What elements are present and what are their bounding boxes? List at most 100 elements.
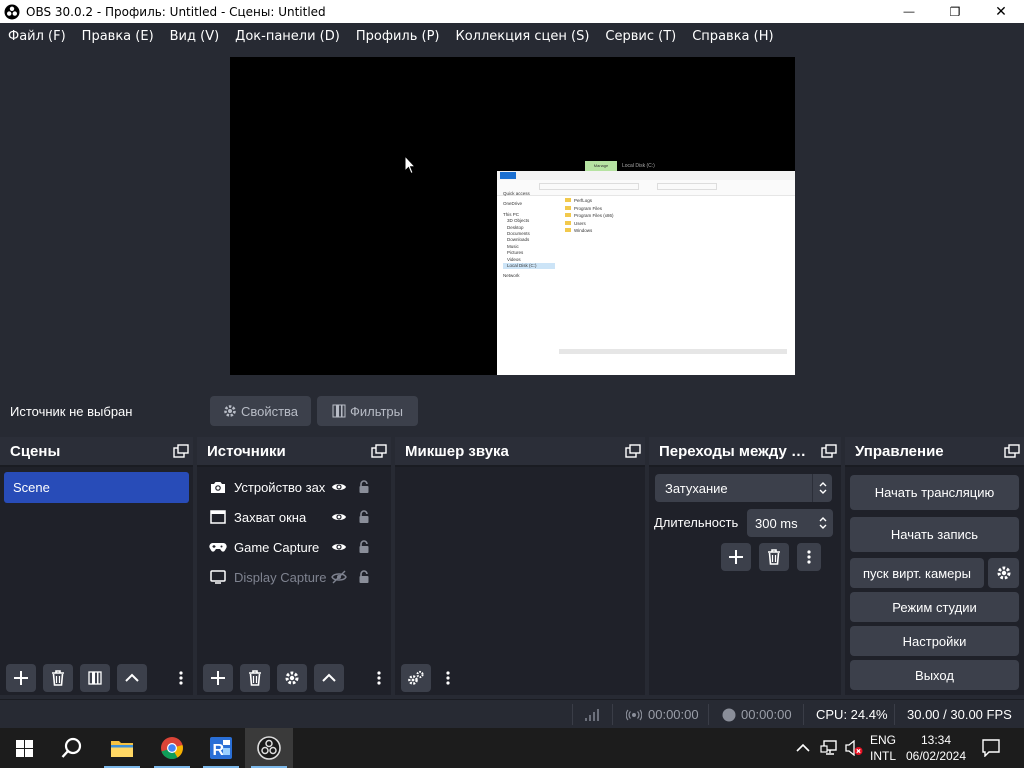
record-status: 00:00:00 [722,700,792,729]
fps-counter: 30.00 / 30.00 FPS [907,707,1012,722]
lock-icon[interactable] [356,540,372,554]
source-item[interactable]: Устройство захвата видео [197,472,391,502]
program-preview[interactable]: Manage Local Disk (C:) Quick access OneD… [230,57,795,375]
studio-mode-button[interactable]: Режим студии [850,592,1019,622]
transition-menu-button[interactable] [797,543,821,571]
start-recording-button[interactable]: Начать запись [850,517,1019,552]
add-transition-button[interactable] [721,543,751,571]
taskbar-remote-app[interactable]: R [197,728,245,768]
window-title: OBS 30.0.2 - Профиль: Untitled - Сцены: … [26,4,326,19]
search-button[interactable] [48,728,96,768]
chevron-up-icon [796,743,810,752]
maximize-button[interactable]: ❐ [932,0,978,23]
menu-profile[interactable]: Профиль (P) [348,29,448,44]
menu-view[interactable]: Вид (V) [162,29,228,44]
clock[interactable]: 13:34 06/02/2024 [904,728,968,768]
eye-icon[interactable] [330,481,348,493]
scenes-title: Сцены [10,442,61,460]
menu-docks[interactable]: Док-панели (D) [227,29,348,44]
source-item[interactable]: Захват окна [197,502,391,532]
mixer-title: Микшер звука [405,442,509,460]
spin-down-icon[interactable] [818,523,828,531]
start-streaming-button[interactable]: Начать трансляцию [850,475,1019,510]
chevron-up-icon [125,673,139,682]
transition-select[interactable]: Затухание [655,474,832,502]
lock-icon[interactable] [356,510,372,524]
undock-icon[interactable] [1004,444,1020,458]
network-tray-icon[interactable] [820,728,838,768]
studio-mode-label: Режим студии [892,599,977,615]
plus-icon [14,671,28,685]
duration-spinbox[interactable]: 300 ms [747,509,833,537]
filters-button[interactable]: Фильтры [317,396,418,426]
input-language[interactable]: ENG INTL [870,728,896,768]
sources-menu-button[interactable] [375,671,383,685]
source-name: Устройство захвата видео [234,479,326,495]
stream-time: 00:00:00 [648,707,699,722]
obs-icon [257,736,281,760]
cpu-usage: CPU: 24.4% [816,707,888,722]
tray-overflow-button[interactable] [796,728,810,768]
nav-item: OneDrive [503,201,523,207]
filter-icon [332,404,346,418]
gears-icon [408,670,424,685]
notifications-button[interactable] [982,728,1000,768]
scene-filters-button[interactable] [80,664,110,692]
lock-icon[interactable] [356,570,372,584]
spin-up-icon[interactable] [818,515,828,523]
taskbar-chrome[interactable] [148,728,196,768]
eye-icon[interactable] [330,541,348,553]
window-icon [209,509,227,525]
menu-scene-collection[interactable]: Коллекция сцен (S) [447,29,597,44]
scene-item[interactable]: Scene [4,472,189,503]
captured-title: Local Disk (C:) [622,163,655,169]
move-source-up-button[interactable] [314,664,344,692]
lock-icon[interactable] [356,480,372,494]
settings-button[interactable]: Настройки [850,626,1019,656]
kebab-icon [446,671,450,685]
notification-icon [982,739,1000,757]
preview-area: Manage Local Disk (C:) Quick access OneD… [0,49,1024,389]
remove-transition-button[interactable] [759,543,789,571]
move-scene-up-button[interactable] [117,664,147,692]
eye-hidden-icon[interactable] [330,570,348,584]
menu-file[interactable]: Файл (F) [0,29,74,44]
start-virtual-camera-button[interactable]: пуск вирт. камеры [850,558,984,588]
folder-item: Program Files (x86) [565,212,614,220]
exit-button[interactable]: Выход [850,660,1019,690]
remove-source-button[interactable] [240,664,270,692]
source-item[interactable]: Display Capture [197,562,391,592]
eye-icon[interactable] [330,511,348,523]
undock-icon[interactable] [371,444,387,458]
properties-button[interactable]: Свойства [210,396,311,426]
undock-icon[interactable] [625,444,641,458]
close-button[interactable]: ✕ [978,0,1024,23]
menu-help[interactable]: Справка (H) [684,29,781,44]
source-properties-button[interactable] [277,664,307,692]
chrome-icon [161,737,183,760]
undock-icon[interactable] [173,444,189,458]
menu-tools[interactable]: Сервис (T) [597,29,684,44]
minimize-button[interactable]: — [886,0,932,23]
virtual-camera-settings-button[interactable] [988,558,1019,588]
menu-edit[interactable]: Правка (E) [74,29,162,44]
scenes-menu-button[interactable] [177,671,185,685]
advanced-audio-button[interactable] [401,664,431,692]
add-scene-button[interactable] [6,664,36,692]
mouse-cursor-icon [404,155,416,175]
add-source-button[interactable] [203,664,233,692]
remove-scene-button[interactable] [43,664,73,692]
start-button[interactable] [0,728,48,768]
duration-value: 300 ms [755,515,798,531]
undock-icon[interactable] [821,444,837,458]
camera-icon [209,479,227,495]
source-item[interactable]: Game Capture [197,532,391,562]
stream-status: 00:00:00 [626,700,699,729]
taskbar-obs[interactable] [245,728,293,768]
settings-label: Настройки [902,633,967,649]
trash-icon [52,670,64,686]
volume-tray-icon[interactable] [845,728,863,768]
captured-nav-pane: Quick access OneDrive This PC 3D Objects… [503,191,555,280]
mixer-menu-button[interactable] [438,664,458,692]
taskbar-file-explorer[interactable] [98,728,146,768]
